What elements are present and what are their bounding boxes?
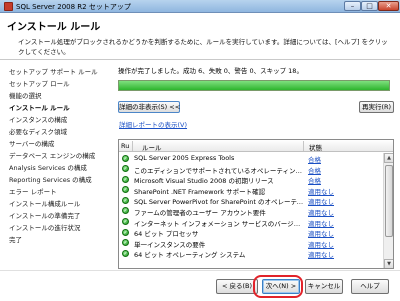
back-button[interactable]: < 戻る(B) [216, 279, 258, 294]
table-row[interactable]: ✓ 64 ビット オペレーティング システム 適用なし [119, 248, 383, 259]
table-vertical-scrollbar[interactable]: ▲ ▼ [383, 153, 393, 268]
column-header-ru[interactable]: Ru [121, 142, 129, 150]
sidebar-item-error-reporting[interactable]: エラー レポート [9, 186, 57, 196]
table-row[interactable]: ✓ SharePoint .NET Framework サポート確認 適用なし [119, 185, 383, 196]
check-success-icon: ✓ [122, 196, 129, 204]
table-row[interactable]: ✓ このエディションでサポートされているオペレーティング システム 合格 [119, 164, 383, 175]
table-header: Ru ルール 状態 [119, 140, 393, 152]
table-row[interactable]: ✓ Microsoft Visual Studio 2008 の初期リリース 合… [119, 174, 383, 185]
sidebar-item-setup-role[interactable]: セットアップ ロール [9, 78, 70, 88]
table-rows: ✓ SQL Server 2005 Express Tools 合格 ✓ このエ… [119, 153, 383, 259]
rules-table: Ru ルール 状態 ✓ SQL Server 2005 Express Tool… [118, 139, 394, 269]
rule-name: ファームの管理者のユーザー アカウント要件 [134, 208, 266, 217]
table-row[interactable]: ✓ ファームの管理者のユーザー アカウント要件 適用なし [119, 206, 383, 217]
check-success-icon: ✓ [122, 154, 129, 162]
step-navigation-sidebar: セットアップ サポート ルール セットアップ ロール 機能の選択 インストール … [0, 61, 113, 270]
scroll-down-arrow-icon[interactable]: ▼ [384, 259, 393, 268]
check-success-icon: ✓ [122, 175, 129, 183]
rule-status-link[interactable]: 適用なし [308, 196, 334, 206]
rule-name: 64 ビット プロセッサ [134, 230, 199, 239]
view-detailed-report-link[interactable]: 詳細レポートの表示(V) [119, 119, 187, 129]
minimize-button[interactable]: – [344, 1, 361, 11]
maximize-button[interactable]: □ [361, 1, 378, 11]
check-success-icon: ✓ [122, 239, 129, 247]
table-row[interactable]: ✓ 単一インスタンスの要件 適用なし [119, 238, 383, 249]
sidebar-item-installation-rules[interactable]: インストール ルール [9, 102, 70, 112]
sidebar-item-reporting-services[interactable]: Reporting Services の構成 [9, 174, 92, 184]
rule-name: インターネット インフォメーション サービスのバージョン [134, 219, 304, 228]
page-title: インストール ルール [7, 22, 101, 33]
wizard-footer: < 戻る(B) 次へ(N) > キャンセル ヘルプ [0, 270, 400, 301]
sql-server-app-icon [4, 2, 13, 11]
page-description: インストール処理がブロックされるかどうかを判断するために、ルールを実行しています… [18, 38, 388, 56]
window-title: SQL Server 2008 R2 セットアップ [16, 3, 131, 11]
rerun-button[interactable]: 再実行(R) [359, 101, 394, 113]
check-success-icon: ✓ [122, 186, 129, 194]
progress-fill [119, 81, 389, 90]
sidebar-item-feature-selection[interactable]: 機能の選択 [9, 90, 42, 100]
title-bar: SQL Server 2008 R2 セットアップ – □ ✕ [0, 0, 400, 13]
check-success-icon: ✓ [122, 249, 129, 257]
sidebar-item-database-engine[interactable]: データベース エンジンの構成 [9, 150, 95, 160]
sidebar-item-server-configuration[interactable]: サーバーの構成 [9, 138, 54, 148]
rule-status-link[interactable]: 合格 [308, 165, 321, 175]
table-row[interactable]: ✓ SQL Server 2005 Express Tools 合格 [119, 153, 383, 164]
scroll-up-arrow-icon[interactable]: ▲ [384, 153, 393, 163]
rule-status-link[interactable]: 適用なし [308, 249, 334, 259]
column-header-rule[interactable]: ルール [142, 142, 162, 152]
column-header-status[interactable]: 状態 [309, 142, 322, 152]
rule-status-link[interactable]: 合格 [308, 154, 321, 164]
rule-status-link[interactable]: 適用なし [308, 218, 334, 228]
sidebar-item-complete[interactable]: 完了 [9, 234, 22, 244]
rule-status-link[interactable]: 適用なし [308, 228, 334, 238]
rule-name: Microsoft Visual Studio 2008 の初期リリース [134, 177, 274, 186]
rule-name: SQL Server 2005 Express Tools [134, 154, 235, 162]
table-row[interactable]: ✓ SQL Server PowerPivot for SharePoint の… [119, 195, 383, 206]
rule-name: 単一インスタンスの要件 [134, 240, 206, 249]
rule-status-link[interactable]: 適用なし [308, 207, 334, 217]
rule-status-link[interactable]: 合格 [308, 175, 321, 185]
sidebar-item-instance-configuration[interactable]: インスタンスの構成 [9, 114, 67, 124]
table-row[interactable]: ✓ 64 ビット プロセッサ 適用なし [119, 227, 383, 238]
check-success-icon: ✓ [122, 228, 129, 236]
sidebar-item-setup-support-rules[interactable]: セットアップ サポート ルール [9, 66, 98, 76]
rule-status-link[interactable]: 適用なし [308, 239, 334, 249]
status-text: 操作が完了しました。成功 6、失敗 0、警告 0、スキップ 18。 [118, 67, 303, 75]
sidebar-item-install-progress[interactable]: インストールの進行状況 [9, 222, 80, 232]
next-button-highlight-annotation [253, 275, 303, 298]
rule-name: SQL Server PowerPivot for SharePoint のオペ… [134, 198, 304, 207]
table-row[interactable]: ✓ インターネット インフォメーション サービスのバージョン 適用なし [119, 217, 383, 228]
rule-name: このエディションでサポートされているオペレーティング システム [134, 166, 304, 175]
rule-status-link[interactable]: 適用なし [308, 186, 334, 196]
rule-name: SharePoint .NET Framework サポート確認 [134, 187, 266, 196]
close-button[interactable]: ✕ [378, 1, 399, 11]
progress-bar [118, 80, 390, 91]
page-header: インストール ルール インストール処理がブロックされるかどうかを判断するために、… [0, 13, 400, 60]
sidebar-item-ready-to-install[interactable]: インストールの準備完了 [9, 210, 80, 220]
help-button[interactable]: ヘルプ [351, 279, 389, 294]
main-panel: 操作が完了しました。成功 6、失敗 0、警告 0、スキップ 18。 詳細の非表示… [114, 61, 400, 270]
sidebar-item-analysis-services[interactable]: Analysis Services の構成 [9, 162, 87, 172]
check-success-icon: ✓ [122, 207, 129, 215]
check-success-icon: ✓ [122, 218, 129, 226]
sidebar-item-disk-space[interactable]: 必要なディスク領域 [9, 126, 67, 136]
scroll-thumb[interactable] [385, 165, 393, 237]
sidebar-item-install-config-rules[interactable]: インストール構成ルール [9, 198, 80, 208]
check-success-icon: ✓ [122, 165, 129, 173]
hide-details-button[interactable]: 詳細の非表示(S) << [118, 101, 180, 113]
cancel-button[interactable]: キャンセル [305, 279, 343, 294]
rule-name: 64 ビット オペレーティング システム [134, 251, 246, 260]
